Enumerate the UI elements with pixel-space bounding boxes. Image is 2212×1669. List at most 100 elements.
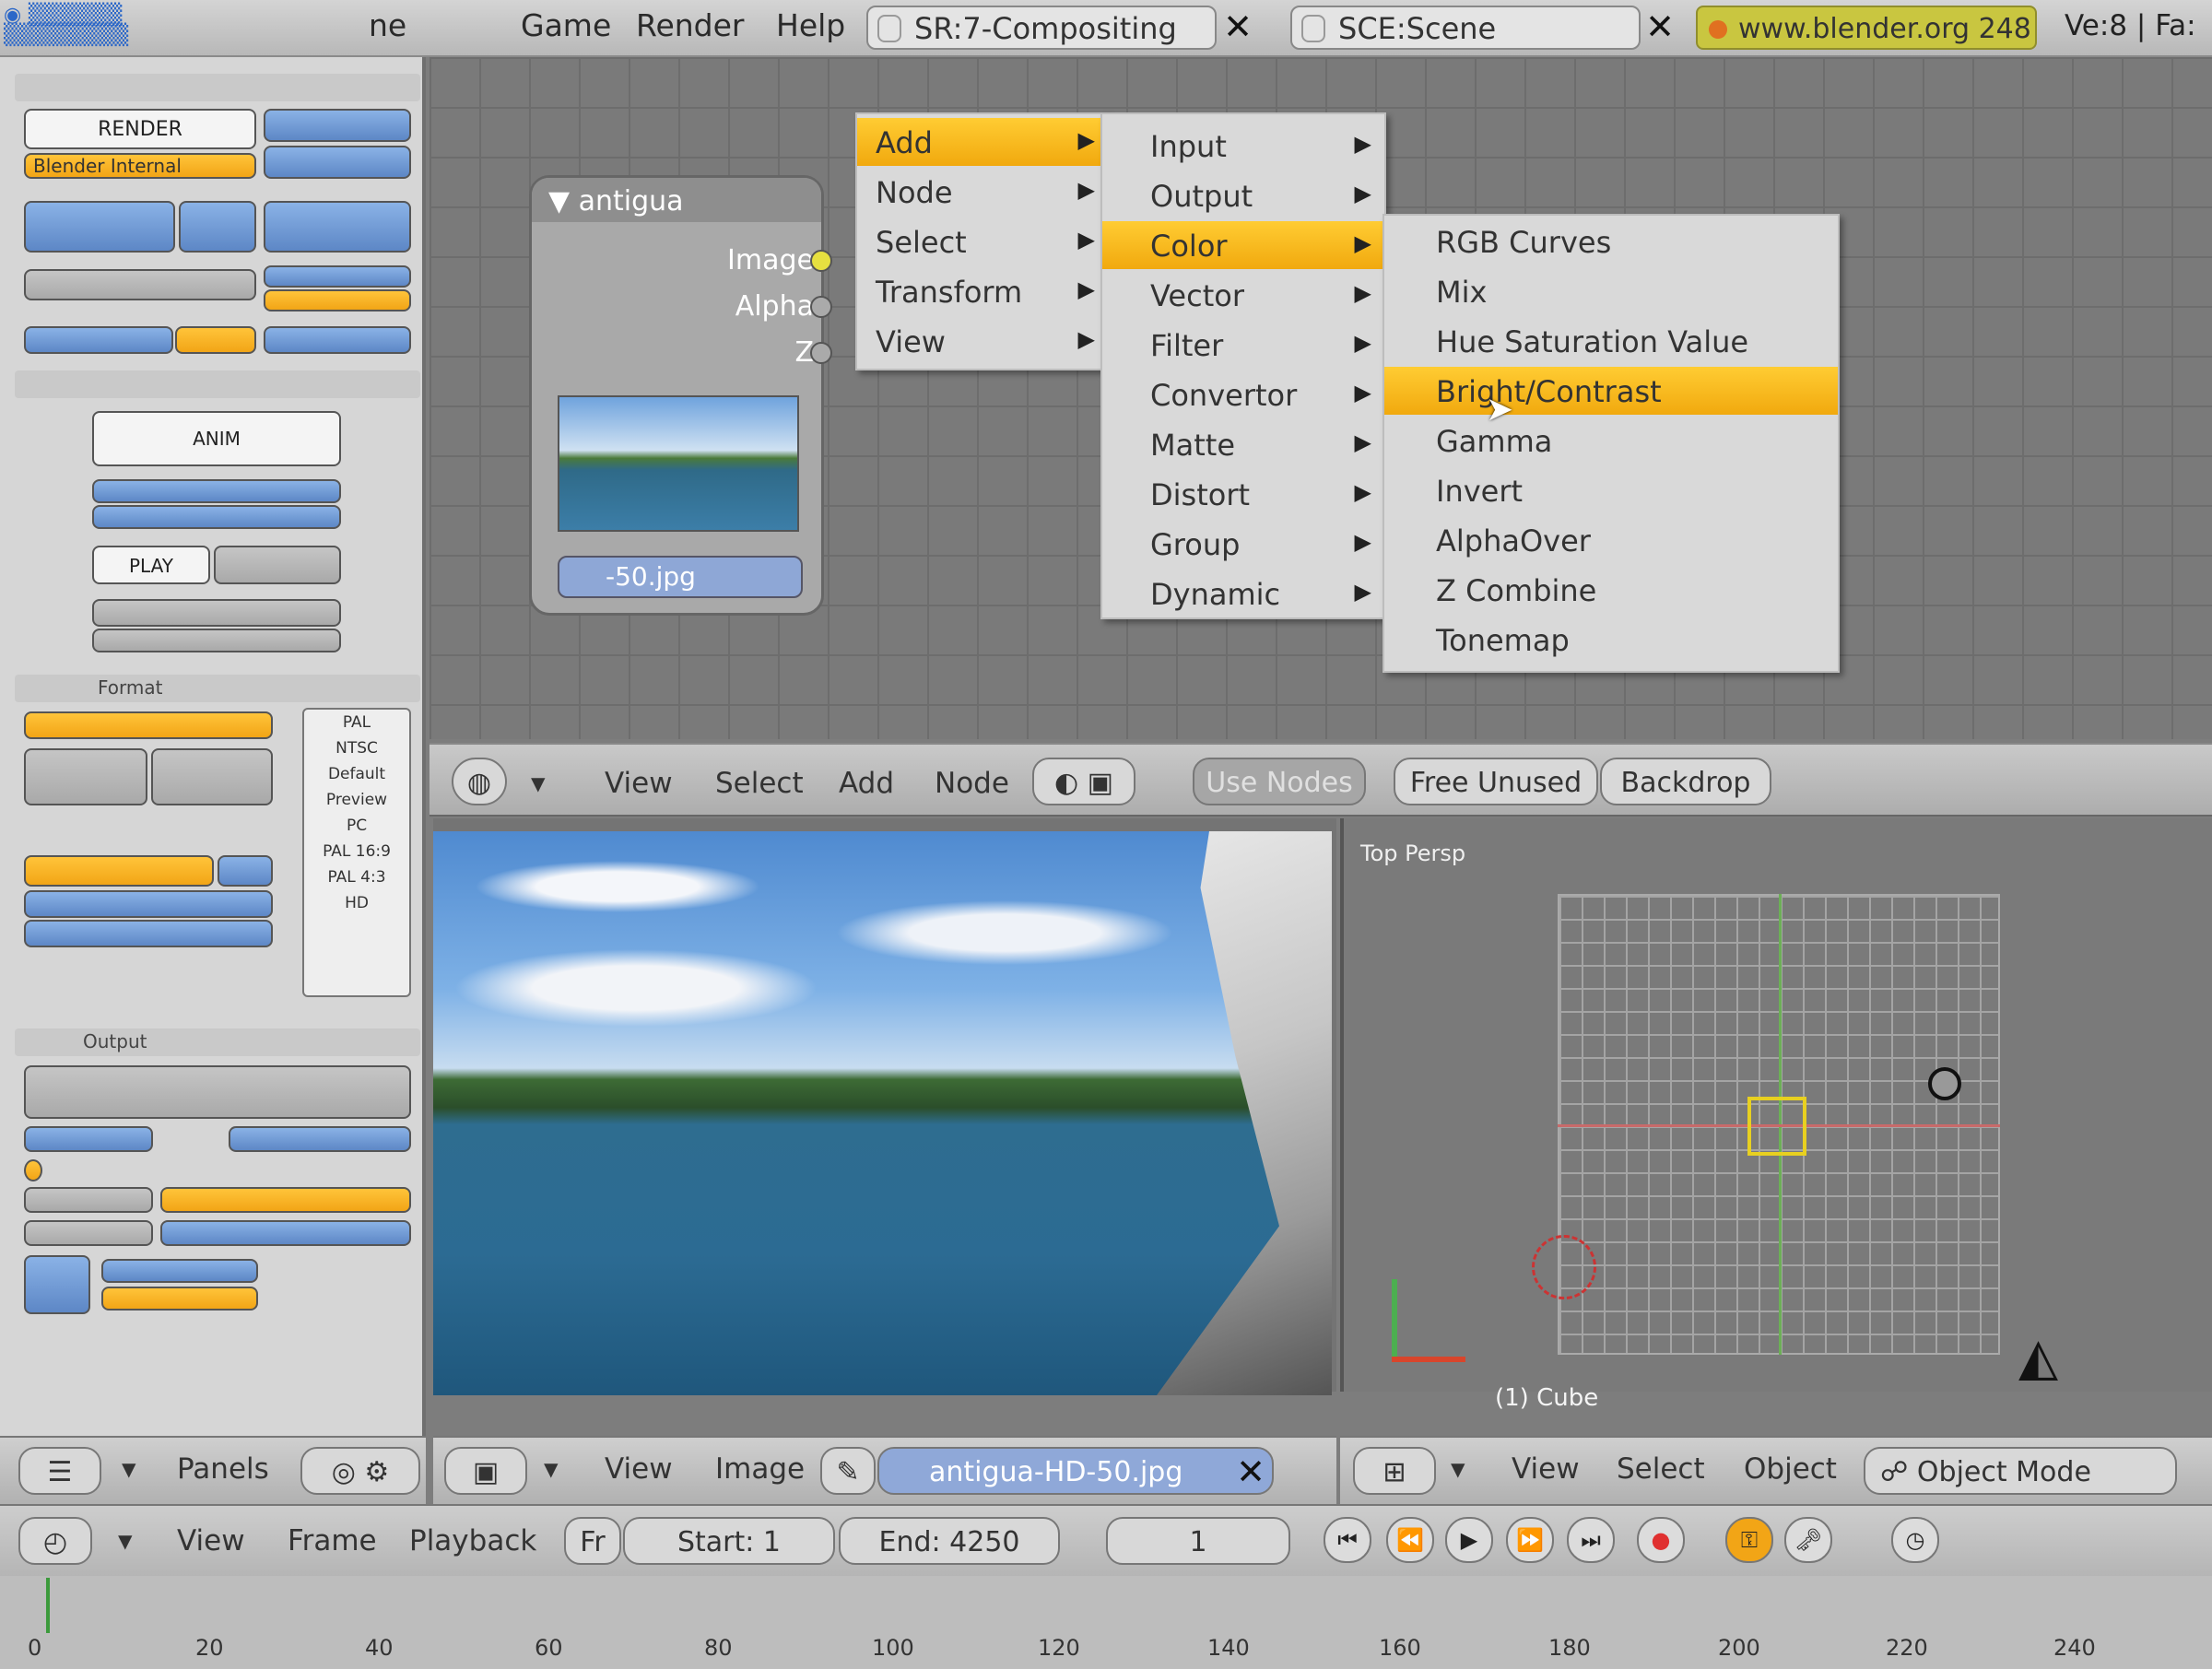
collapse-arrow-icon[interactable]: ▾ [122, 1452, 136, 1486]
menu-item-view[interactable]: View ▶ [857, 317, 1108, 365]
auto-key-icon[interactable]: 🗝 [1784, 1517, 1832, 1563]
editor-type-icon[interactable]: ◍ [452, 758, 507, 805]
menu-item-gamma[interactable]: Gamma [1384, 417, 1838, 464]
node-menu-add[interactable]: Add [839, 767, 894, 800]
preset-pal[interactable]: PAL [304, 710, 409, 735]
preview-range-toggle[interactable]: Fr [564, 1517, 621, 1565]
output-tab-label[interactable]: Output [83, 1030, 147, 1052]
image-unlink-button[interactable]: ✕ [1230, 1451, 1272, 1493]
anim-button[interactable]: ANIM [92, 411, 341, 466]
menu-item-bright-contrast[interactable]: Bright/Contrast [1384, 367, 1838, 415]
sync-icon[interactable]: ◷ [1891, 1517, 1939, 1563]
dither-field[interactable] [24, 1187, 153, 1213]
format-tab-label[interactable]: Format [98, 676, 162, 699]
menu-scene[interactable]: ne [369, 7, 406, 43]
timeline-menu-frame[interactable]: Frame [288, 1524, 377, 1557]
menu-help[interactable]: Help [776, 7, 845, 43]
menu-item-convertor[interactable]: Convertor ▶ [1102, 370, 1384, 418]
menu-item-input[interactable]: Input ▶ [1102, 122, 1384, 170]
collapse-arrow-icon[interactable]: ▾ [1451, 1452, 1465, 1486]
node-menu-node[interactable]: Node [935, 767, 1009, 800]
image-menu-image[interactable]: Image [715, 1452, 805, 1486]
preset-default[interactable]: Default [304, 761, 409, 787]
node-header[interactable]: ▼ antigua [532, 178, 821, 222]
free-unused-button[interactable]: Free Unused [1394, 758, 1598, 805]
menu-item-select[interactable]: Select ▶ [857, 217, 1108, 265]
menu-item-add[interactable]: Add ▶ [857, 118, 1108, 166]
node-image-field[interactable]: -50.jpg [558, 556, 803, 598]
image-menu-view[interactable]: View [605, 1452, 673, 1486]
threads-toggle[interactable] [24, 1220, 153, 1246]
panel-header-anim[interactable] [15, 370, 420, 398]
quality-row[interactable] [24, 890, 273, 918]
codec-select[interactable] [24, 711, 273, 739]
frame-range-field[interactable] [92, 599, 341, 627]
image-node[interactable]: ▼ antigua Image Alpha Z -50.jpg [529, 175, 832, 616]
panels-menu[interactable]: Panels [177, 1452, 269, 1486]
timeline-area[interactable] [0, 1576, 2212, 1669]
start-frame-field[interactable]: Start: 1 [623, 1517, 835, 1565]
menu-item-distort[interactable]: Distort ▶ [1102, 470, 1384, 518]
lamp-object[interactable] [1928, 1067, 1961, 1100]
screen-delete-button[interactable]: ✕ [1217, 6, 1259, 48]
menu-item-mix[interactable]: Mix [1384, 267, 1838, 315]
view3d-menu-select[interactable]: Select [1617, 1452, 1705, 1486]
editor-type-icon[interactable]: ☰ [18, 1447, 101, 1495]
do-composite-toggle[interactable] [92, 505, 341, 529]
cube-object[interactable] [1747, 1097, 1806, 1156]
view3d-menu-object[interactable]: Object [1744, 1452, 1837, 1486]
do-sequence-toggle[interactable] [92, 479, 341, 503]
camera-object-icon[interactable]: ◭ [2018, 1327, 2058, 1387]
collapse-arrow-icon[interactable]: ▾ [544, 1452, 559, 1486]
render-button[interactable]: RENDER [24, 109, 256, 149]
preset-hd[interactable]: HD [304, 890, 409, 916]
menu-item-vector[interactable]: Vector ▶ [1102, 271, 1384, 319]
image-type-select[interactable] [24, 855, 214, 887]
image-browse-field[interactable]: antigua-HD-50.jpg [877, 1447, 1274, 1495]
screen-selector[interactable]: SR:7-Compositing [866, 6, 1217, 50]
preset-preview[interactable]: Preview [304, 787, 409, 813]
render-window-select[interactable] [101, 1287, 258, 1311]
socket-alpha-output[interactable] [810, 296, 832, 318]
panel-header-format[interactable]: Format [15, 675, 420, 702]
backdrop-toggle[interactable]: Backdrop [1600, 758, 1771, 805]
output-path-fields[interactable] [24, 1065, 411, 1119]
sky-select[interactable] [264, 326, 411, 354]
editor-type-icon[interactable]: ⊞ [1353, 1447, 1436, 1495]
menu-item-invert[interactable]: Invert [1384, 466, 1838, 514]
ftype-toggle[interactable] [229, 1126, 411, 1152]
menu-item-node[interactable]: Node ▶ [857, 168, 1108, 216]
preset-pc[interactable]: PC [304, 813, 409, 839]
render-engine-select[interactable]: Blender Internal [24, 153, 256, 179]
frs-row[interactable] [24, 920, 273, 947]
menu-item-hue-saturation[interactable]: Hue Saturation Value [1384, 317, 1838, 365]
jump-start-icon[interactable]: ⏮ [1324, 1517, 1371, 1563]
scene-browse-icon[interactable] [1301, 15, 1325, 42]
osa-toggle[interactable] [24, 201, 175, 253]
rt-field[interactable] [214, 546, 341, 584]
website-link[interactable]: www.blender.org 248 [1696, 6, 2037, 50]
mode-select[interactable]: ☍ Object Mode [1864, 1447, 2177, 1495]
keying-set-icon[interactable]: ⚿ [1725, 1517, 1773, 1563]
display-window-toggle[interactable] [24, 1255, 90, 1314]
node-menu-select[interactable]: Select [715, 767, 804, 800]
menu-render[interactable]: Render [636, 7, 744, 43]
mblur-toggle[interactable] [179, 201, 256, 253]
shadow-toggle[interactable] [264, 109, 411, 142]
render-layer-field[interactable] [24, 269, 256, 300]
view3d-menu-view[interactable]: View [1512, 1452, 1580, 1486]
play-icon[interactable]: ▶ [1445, 1517, 1493, 1563]
preset-pal169[interactable]: PAL 16:9 [304, 839, 409, 864]
size-x-field[interactable] [24, 748, 147, 805]
scene-delete-button[interactable]: ✕ [1639, 6, 1681, 48]
panel-header-render[interactable] [15, 74, 420, 101]
timeline-menu-view[interactable]: View [177, 1524, 245, 1557]
menu-game[interactable]: Game [521, 7, 611, 43]
backbuf-toggle[interactable] [24, 1126, 153, 1152]
size-percent-row[interactable] [264, 201, 411, 253]
current-frame-marker[interactable] [46, 1578, 50, 1633]
editor-type-icon[interactable]: ▣ [444, 1447, 527, 1495]
scene-selector[interactable]: SCE:Scene [1290, 6, 1641, 50]
menu-item-filter[interactable]: Filter ▶ [1102, 321, 1384, 369]
menu-item-output[interactable]: Output ▶ [1102, 171, 1384, 219]
